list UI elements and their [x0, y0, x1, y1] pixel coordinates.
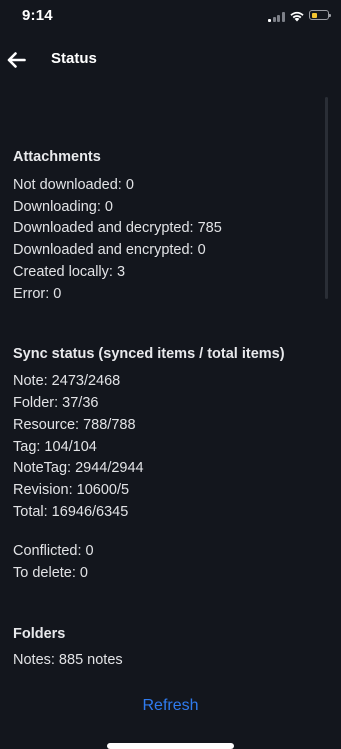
sync-resource: Resource: 788/788 [13, 417, 136, 433]
sync-total: Total: 16946/6345 [13, 504, 129, 520]
attachments-created-locally: Created locally: 3 [13, 264, 126, 280]
home-indicator [107, 743, 234, 749]
clock: 9:14 [22, 7, 53, 24]
sync-revision: Revision: 10600/5 [13, 482, 130, 498]
battery-icon [309, 10, 331, 20]
sync-status-heading: Sync status (synced items / total items) [13, 346, 285, 362]
attachments-not-downloaded: Not downloaded: 0 [13, 177, 134, 193]
page-title: Status [51, 50, 97, 67]
attachments-heading: Attachments [13, 149, 101, 165]
sync-folder: Folder: 37/36 [13, 395, 99, 411]
scrollbar[interactable] [325, 97, 328, 299]
folders-notes-count: Notes: 885 notes [13, 652, 123, 668]
attachments-downloaded-encrypted: Downloaded and encrypted: 0 [13, 242, 206, 258]
attachments-downloaded-decrypted: Downloaded and decrypted: 785 [13, 220, 222, 236]
cellular-signal-icon [268, 11, 286, 22]
back-button[interactable] [4, 46, 28, 74]
status-screen: 9:14 Status Attachments Not downloaded: … [0, 0, 341, 749]
refresh-button[interactable]: Refresh [0, 697, 341, 715]
sync-notetag: NoteTag: 2944/2944 [13, 460, 144, 476]
sync-to-delete: To delete: 0 [13, 565, 88, 581]
folders-heading: Folders [13, 626, 66, 642]
sync-conflicted: Conflicted: 0 [13, 543, 94, 559]
ios-status-bar: 9:14 [0, 0, 341, 34]
top-bar: Status [0, 34, 341, 86]
wifi-icon [290, 11, 304, 22]
sync-tag: Tag: 104/104 [13, 439, 97, 455]
attachments-downloading: Downloading: 0 [13, 199, 113, 215]
sync-note: Note: 2473/2468 [13, 373, 121, 389]
back-arrow-icon [7, 52, 26, 68]
attachments-error: Error: 0 [13, 286, 62, 302]
